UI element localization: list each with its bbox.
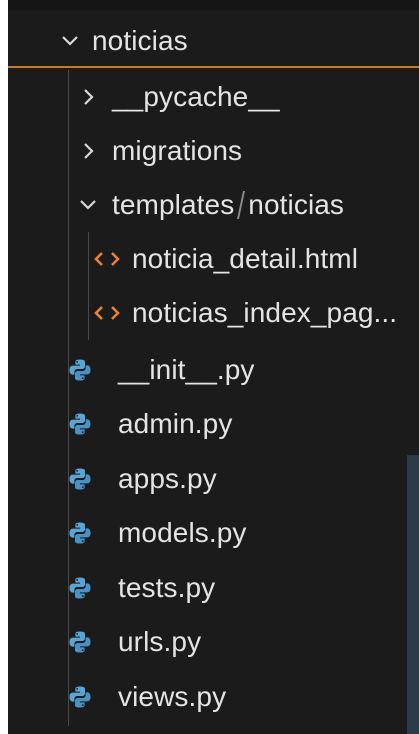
chevron-down-icon <box>60 31 80 51</box>
folder-label: __pycache__ <box>112 81 280 112</box>
chevron-down-icon <box>78 195 98 215</box>
file-row-noticias-index[interactable]: noticias_index_pag... <box>8 286 419 340</box>
file-label: admin.py <box>118 408 233 439</box>
file-explorer: noticias __pycache__ migrations template… <box>8 0 419 734</box>
panel-top-bar <box>8 0 419 10</box>
file-label: noticias_index_pag... <box>132 297 398 328</box>
scrollbar[interactable] <box>407 455 419 734</box>
file-label: tests.py <box>118 572 216 603</box>
folder-row-noticias[interactable]: noticias <box>8 14 419 68</box>
python-icon <box>68 467 92 491</box>
chevron-right-icon <box>78 141 98 161</box>
file-row-models[interactable]: models.py <box>8 506 419 560</box>
file-row-tests[interactable]: tests.py <box>8 561 419 615</box>
python-icon <box>68 630 92 654</box>
file-label: models.py <box>118 517 247 548</box>
python-icon <box>68 358 92 382</box>
file-label: views.py <box>118 681 227 712</box>
file-label: noticia_detail.html <box>132 243 359 274</box>
chevron-right-icon <box>78 87 98 107</box>
file-row-views[interactable]: views.py <box>8 670 419 724</box>
folder-label: migrations <box>112 135 243 166</box>
file-row-apps[interactable]: apps.py <box>8 452 419 506</box>
python-icon <box>68 576 92 600</box>
file-label: urls.py <box>118 626 202 657</box>
file-row-init[interactable]: __init__.py <box>8 343 419 397</box>
path-separator <box>237 191 246 219</box>
folder-label-part1: templates <box>112 189 235 220</box>
folder-label: noticias <box>92 25 188 56</box>
file-row-admin[interactable]: admin.py <box>8 397 419 451</box>
html-icon <box>94 303 120 323</box>
folder-row-pycache[interactable]: __pycache__ <box>8 70 419 124</box>
python-icon <box>68 685 92 709</box>
folder-row-migrations[interactable]: migrations <box>8 124 419 178</box>
file-label: __init__.py <box>118 354 255 385</box>
html-icon <box>94 249 120 269</box>
folder-row-templates[interactable]: templates noticias <box>8 178 419 232</box>
file-row-noticia-detail[interactable]: noticia_detail.html <box>8 232 419 286</box>
folder-label-part2: noticias <box>248 189 345 220</box>
file-label: apps.py <box>118 463 217 494</box>
file-row-urls[interactable]: urls.py <box>8 615 419 669</box>
python-icon <box>68 521 92 545</box>
python-icon <box>68 412 92 436</box>
